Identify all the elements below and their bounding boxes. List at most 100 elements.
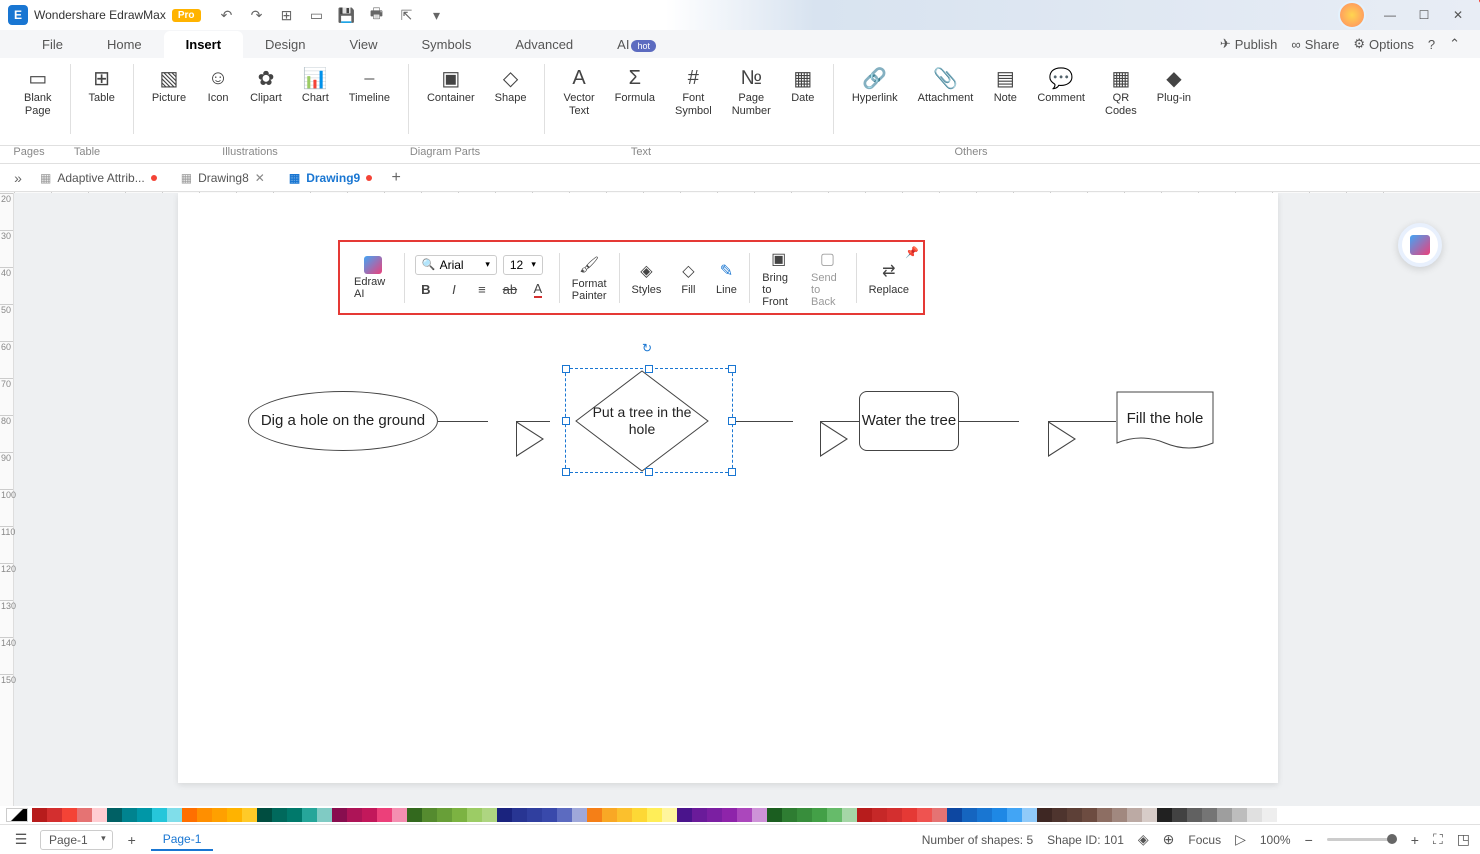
color-swatch[interactable]	[32, 808, 47, 822]
color-swatch[interactable]	[722, 808, 737, 822]
focus-label[interactable]: Focus	[1188, 833, 1221, 847]
fullscreen-icon[interactable]: ◳	[1457, 831, 1470, 848]
send-back-button[interactable]: ▢Send to Back	[803, 246, 852, 310]
share-button[interactable]: ∞Share	[1291, 37, 1339, 52]
color-swatch[interactable]	[257, 808, 272, 822]
color-swatch[interactable]	[1127, 808, 1142, 822]
format-painter-button[interactable]: 🖌Format Painter	[564, 252, 615, 304]
color-swatch[interactable]	[437, 808, 452, 822]
color-swatch[interactable]	[692, 808, 707, 822]
color-swatch[interactable]	[137, 808, 152, 822]
fit-page-icon[interactable]: ⛶	[1433, 831, 1443, 848]
color-swatch[interactable]	[107, 808, 122, 822]
ribbon-picture-button[interactable]: ▧Picture	[144, 64, 194, 107]
ribbon-shape-button[interactable]: ◇Shape	[487, 64, 535, 107]
color-swatch[interactable]	[1067, 808, 1082, 822]
color-swatch[interactable]	[962, 808, 977, 822]
color-swatch[interactable]	[407, 808, 422, 822]
ribbon-comment-button[interactable]: 💬Comment	[1029, 64, 1093, 120]
color-swatch[interactable]	[512, 808, 527, 822]
connector-3[interactable]	[959, 421, 1019, 422]
help-icon[interactable]: ?	[1428, 37, 1435, 52]
ribbon-qr-button[interactable]: ▦QRCodes	[1097, 64, 1145, 120]
new-icon[interactable]: ⊞	[279, 7, 295, 23]
color-swatch[interactable]	[587, 808, 602, 822]
print-icon[interactable]: 🖶	[369, 7, 385, 23]
ribbon-timeline-button[interactable]: ⎯Timeline	[341, 64, 398, 107]
color-swatch[interactable]	[527, 808, 542, 822]
connector-1[interactable]	[438, 421, 488, 422]
arrow-3[interactable]	[1048, 421, 1076, 457]
maximize-button[interactable]: ☐	[1410, 5, 1438, 25]
color-swatch[interactable]	[632, 808, 647, 822]
color-swatch[interactable]	[1007, 808, 1022, 822]
connector-2[interactable]	[733, 421, 793, 422]
color-swatch[interactable]	[947, 808, 962, 822]
color-swatch[interactable]	[392, 808, 407, 822]
ribbon-fsymbol-button[interactable]: #FontSymbol	[667, 64, 720, 120]
color-swatch[interactable]	[1097, 808, 1112, 822]
font-family-select[interactable]: 🔍 Arial ▾	[415, 255, 497, 275]
color-swatch[interactable]	[1052, 808, 1067, 822]
shape-start-ellipse[interactable]: Dig a hole on the ground	[248, 391, 438, 451]
color-swatch[interactable]	[872, 808, 887, 822]
color-swatch[interactable]	[737, 808, 752, 822]
color-swatch[interactable]	[47, 808, 62, 822]
replace-button[interactable]: ⇄Replace	[861, 258, 917, 298]
ribbon-attach-button[interactable]: 📎Attachment	[910, 64, 982, 120]
rotate-handle[interactable]: ↻	[642, 341, 656, 355]
color-swatch[interactable]	[1142, 808, 1157, 822]
fill-button[interactable]: ◇Fill	[669, 258, 707, 298]
ribbon-clipart-button[interactable]: ✿Clipart	[242, 64, 290, 107]
color-swatch[interactable]	[887, 808, 902, 822]
shape-decision-diamond[interactable]: Put a tree in the hole	[575, 370, 709, 472]
ribbon-plugin-button[interactable]: ◆Plug-in	[1149, 64, 1199, 120]
handle-nw[interactable]	[562, 365, 570, 373]
color-swatch[interactable]	[842, 808, 857, 822]
collapse-ribbon-icon[interactable]: ⌃	[1449, 36, 1460, 52]
export-icon[interactable]: ⇱	[399, 7, 415, 23]
color-swatch[interactable]	[152, 808, 167, 822]
color-swatch[interactable]	[497, 808, 512, 822]
ribbon-pnum-button[interactable]: №PageNumber	[724, 64, 779, 120]
color-swatch[interactable]	[242, 808, 257, 822]
color-swatch[interactable]	[557, 808, 572, 822]
menu-design[interactable]: Design	[243, 31, 327, 58]
publish-button[interactable]: ✈Publish	[1220, 36, 1278, 52]
color-swatch[interactable]	[92, 808, 107, 822]
color-swatch[interactable]	[1112, 808, 1127, 822]
ai-assistant-button[interactable]	[1398, 223, 1442, 267]
color-swatch[interactable]	[617, 808, 632, 822]
ribbon-formula-button[interactable]: ΣFormula	[607, 64, 663, 120]
strikethrough-button[interactable]: ab	[499, 279, 521, 301]
color-swatch[interactable]	[272, 808, 287, 822]
menu-file[interactable]: File	[20, 31, 85, 58]
bold-button[interactable]: B	[415, 279, 437, 301]
color-swatch[interactable]	[1202, 808, 1217, 822]
color-swatch[interactable]	[122, 808, 137, 822]
color-swatch[interactable]	[767, 808, 782, 822]
handle-ne[interactable]	[728, 365, 736, 373]
color-swatch[interactable]	[167, 808, 182, 822]
color-swatch[interactable]	[647, 808, 662, 822]
color-swatch[interactable]	[77, 808, 92, 822]
doc-tab-0[interactable]: ▦ Adaptive Attrib...	[28, 164, 169, 191]
ribbon-container-button[interactable]: ▣Container	[419, 64, 483, 107]
color-swatch[interactable]	[377, 808, 392, 822]
color-swatch[interactable]	[1157, 808, 1172, 822]
add-tab-button[interactable]: +	[384, 169, 408, 187]
bring-front-button[interactable]: ▣Bring to Front	[754, 246, 803, 310]
layers-icon[interactable]: ◈	[1138, 831, 1149, 848]
save-icon[interactable]: 💾	[339, 7, 355, 23]
align-button[interactable]: ≡	[471, 279, 493, 301]
color-swatch[interactable]	[902, 808, 917, 822]
styles-button[interactable]: ◈Styles	[623, 258, 669, 298]
color-swatch[interactable]	[197, 808, 212, 822]
color-swatch[interactable]	[857, 808, 872, 822]
menu-view[interactable]: View	[328, 31, 400, 58]
color-swatch[interactable]	[62, 808, 77, 822]
open-icon[interactable]: ▭	[309, 7, 325, 23]
color-swatch[interactable]	[1232, 808, 1247, 822]
shape-document[interactable]: Fill the hole	[1116, 391, 1214, 447]
color-swatch[interactable]	[827, 808, 842, 822]
